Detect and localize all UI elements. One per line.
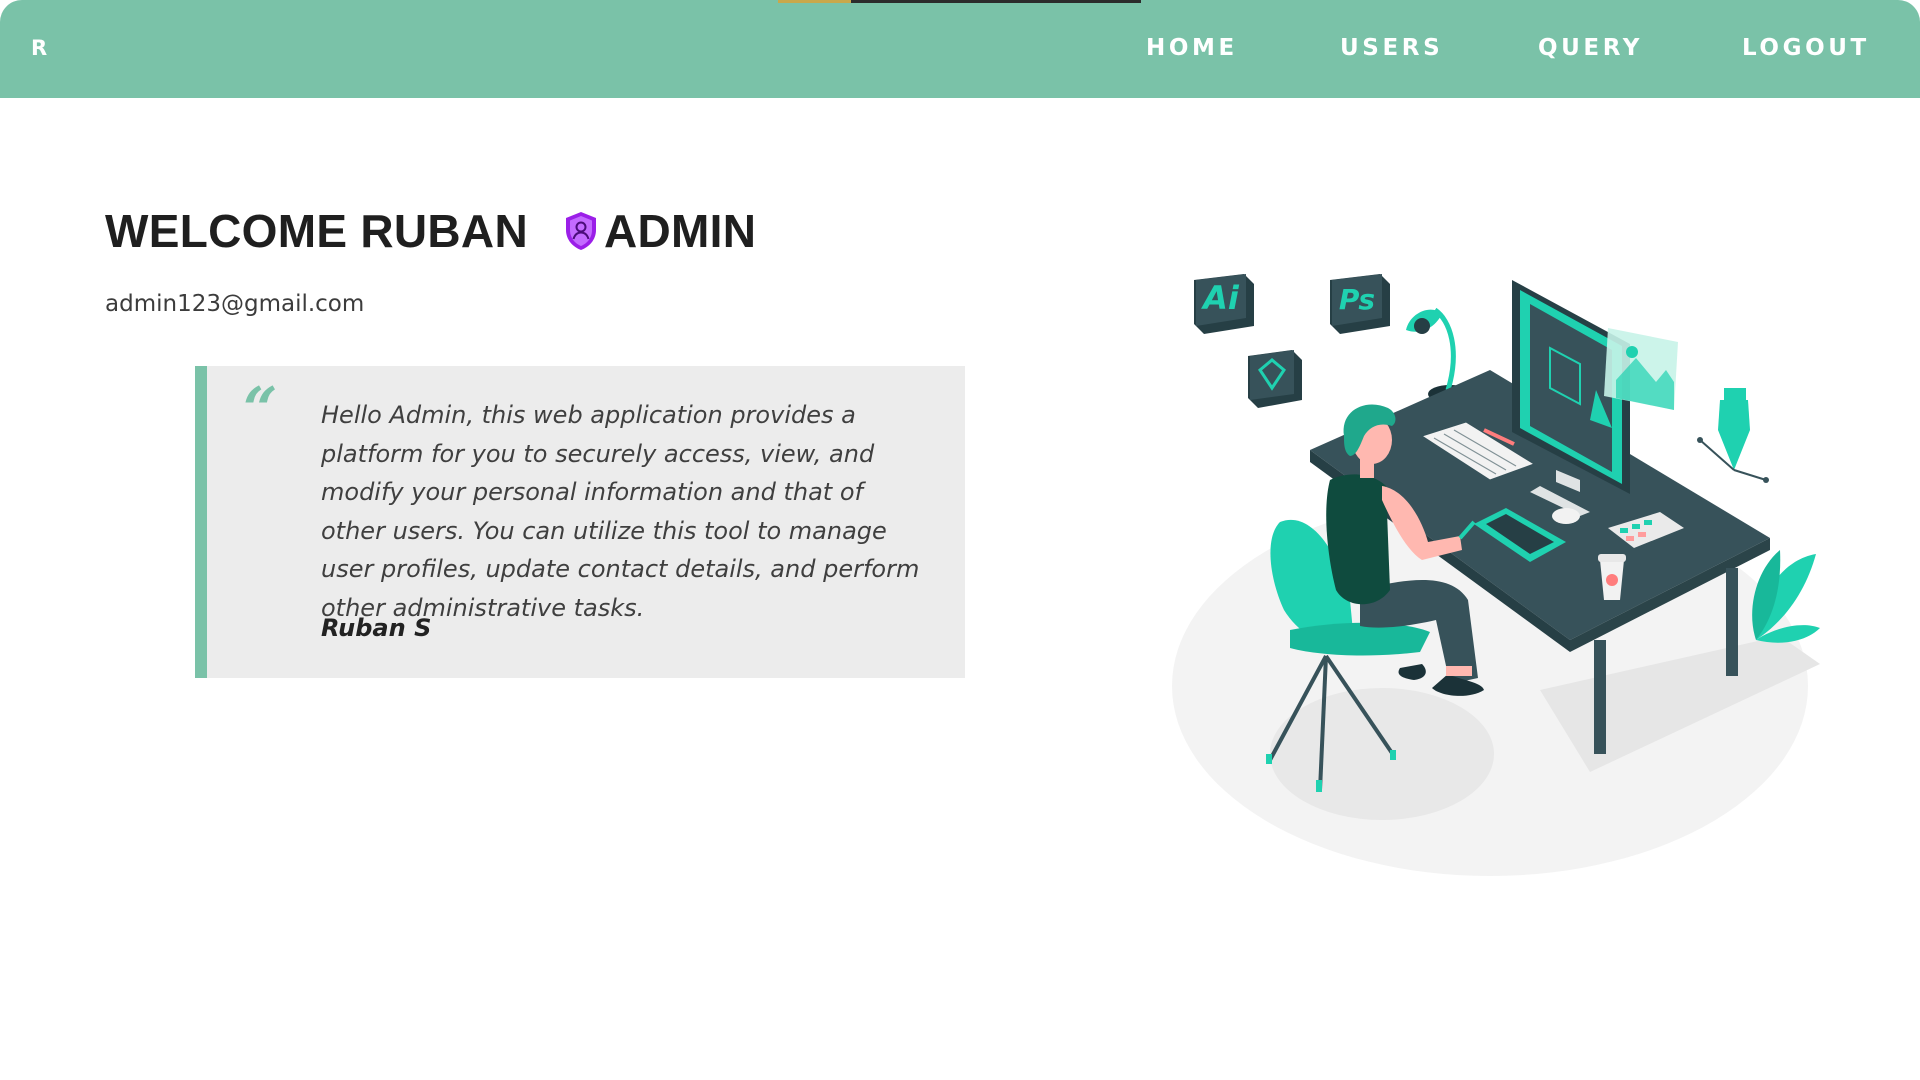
user-email: admin123@gmail.com xyxy=(105,291,365,317)
navbar: R HOME USERS QUERY LOGOUT xyxy=(0,0,1920,98)
loading-bar-progress xyxy=(778,0,851,3)
pen-tool-icon xyxy=(1697,388,1769,483)
quote-text: Hello Admin, this web application provid… xyxy=(321,401,920,622)
shield-user-icon xyxy=(565,212,596,250)
welcome-greeting: WELCOME RUBAN xyxy=(105,205,528,257)
nav-logout-link[interactable]: LOGOUT xyxy=(1742,35,1870,61)
image-card-icon xyxy=(1604,328,1678,410)
designer-workspace-illustration: Ai Ps xyxy=(1172,274,1820,876)
quote-mark-icon: “ xyxy=(243,375,278,445)
quote-author: Ruban S xyxy=(321,614,432,642)
illustrator-badge-icon: Ai xyxy=(1194,274,1254,334)
ps-badge-label: Ps xyxy=(1339,283,1375,316)
nav-home-link[interactable]: HOME xyxy=(1146,35,1238,61)
role-label: ADMIN xyxy=(603,205,757,257)
sketch-badge-icon xyxy=(1248,350,1302,408)
photoshop-badge-icon: Ps xyxy=(1330,274,1390,334)
nav-users-link[interactable]: USERS xyxy=(1340,35,1443,61)
nav-query-link[interactable]: QUERY xyxy=(1538,35,1643,61)
welcome-heading: WELCOME RUBAN ADMIN xyxy=(105,204,756,258)
admin-quote: “ Hello Admin, this web application prov… xyxy=(195,366,965,678)
page: R HOME USERS QUERY LOGOUT WELCOME RUBAN … xyxy=(0,0,1920,1080)
ai-badge-label: Ai xyxy=(1200,279,1240,317)
plant-icon xyxy=(1752,550,1820,643)
brand-logo[interactable]: R xyxy=(31,36,48,60)
loading-bar xyxy=(778,0,1141,3)
